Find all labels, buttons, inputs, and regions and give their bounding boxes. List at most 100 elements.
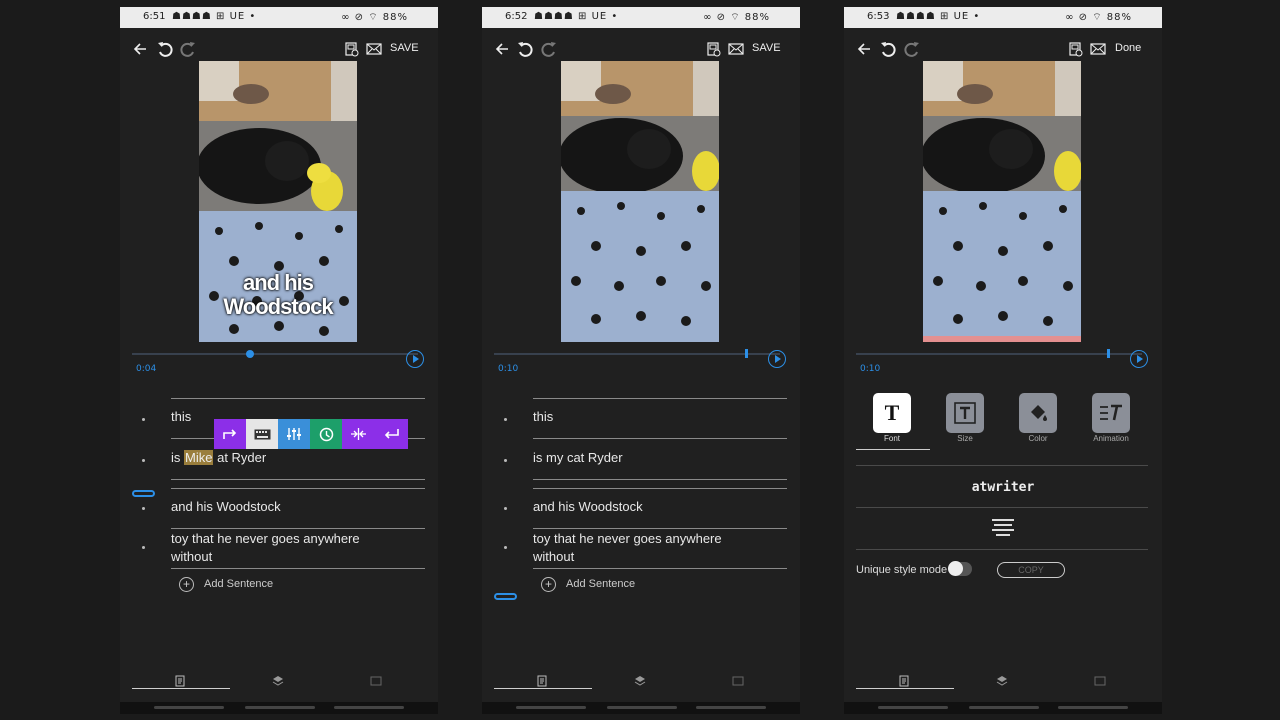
size-tab-label: Size: [957, 434, 973, 443]
bottom-tab-bar: [120, 667, 438, 699]
mail-icon[interactable]: [365, 37, 383, 61]
media-tab-icon[interactable]: [370, 675, 382, 687]
sentence-3[interactable]: and his Woodstock: [171, 498, 281, 515]
sentence-3[interactable]: and his Woodstock: [533, 498, 643, 515]
back-arrow-icon[interactable]: [494, 37, 510, 61]
sentence-1[interactable]: this: [171, 408, 191, 425]
plus-icon: +: [179, 577, 194, 592]
animation-icon: [1100, 404, 1122, 421]
size-tab[interactable]: [946, 393, 984, 433]
divider: [171, 479, 425, 480]
export-icon[interactable]: [704, 37, 722, 61]
divider: [533, 528, 787, 529]
divider: [171, 488, 425, 489]
back-arrow-icon[interactable]: [132, 37, 148, 61]
animation-tab[interactable]: [1092, 393, 1130, 433]
font-tab-label: Font: [883, 434, 900, 443]
sentence-2[interactable]: is Mike at Ryder: [171, 449, 266, 466]
sentence-4-line1[interactable]: toy that he never goes anywhere: [171, 530, 360, 547]
timeline-track[interactable]: [494, 349, 780, 358]
media-tab-icon[interactable]: [732, 675, 744, 687]
redo-icon[interactable]: [901, 37, 921, 61]
timeline-playhead[interactable]: [246, 350, 254, 358]
play-icon[interactable]: [768, 350, 786, 368]
undo-icon[interactable]: [515, 37, 535, 61]
editor-panel-1: 6:51 ☗☗☗☗ ⊞ UE • ∞ ⊘ ⌔ 88% SAVE and his …: [120, 7, 438, 714]
layers-tab-icon[interactable]: [634, 675, 646, 687]
sentence-4-line2[interactable]: without: [533, 548, 574, 565]
divider: [533, 488, 787, 489]
align-center-icon[interactable]: [991, 518, 1015, 538]
top-toolbar: SAVE: [120, 37, 438, 63]
save-button[interactable]: SAVE: [752, 42, 781, 54]
sentence-2-prefix: is: [171, 450, 181, 465]
status-time: 6:53: [867, 11, 890, 22]
export-icon[interactable]: [342, 37, 360, 61]
timeline-playhead[interactable]: [745, 349, 748, 358]
video-caption-line1: and his: [242, 270, 314, 295]
video-caption-line2: Woodstock: [223, 294, 333, 319]
done-button[interactable]: Done: [1115, 42, 1141, 54]
time-readout: 0:10: [498, 364, 519, 374]
unique-style-mode-label: Unique style mode: [856, 564, 948, 576]
redo-icon[interactable]: [177, 37, 197, 61]
status-bar: 6:53 ☗☗☗☗ ⊞ UE • ∞ ⊘ ⌔ 88%: [844, 7, 1162, 28]
divider: [856, 549, 1148, 550]
sliders-icon[interactable]: [278, 419, 310, 449]
mail-icon[interactable]: [727, 37, 745, 61]
system-nav-bar: [482, 702, 800, 714]
split-icon[interactable]: [342, 419, 375, 449]
bullet: [142, 507, 145, 510]
status-bar: 6:52 ☗☗☗☗ ⊞ UE • ∞ ⊘ ⌔ 88%: [482, 7, 800, 28]
active-tab-indicator: [132, 688, 230, 689]
size-icon: [954, 402, 976, 424]
selected-font-name[interactable]: atwriter: [844, 480, 1162, 495]
font-t-icon: T: [884, 400, 900, 425]
video-preview: [561, 61, 719, 342]
clock-icon[interactable]: [310, 419, 342, 449]
media-tab-icon[interactable]: [1094, 675, 1106, 687]
bullet: [504, 546, 507, 549]
divider: [171, 528, 425, 529]
font-tab[interactable]: T: [873, 393, 911, 433]
status-bar: 6:51 ☗☗☗☗ ⊞ UE • ∞ ⊘ ⌔ 88%: [120, 7, 438, 28]
keyboard-icon[interactable]: [246, 419, 278, 449]
status-time: 6:52: [505, 11, 528, 22]
timeline-playhead[interactable]: [1107, 349, 1110, 358]
drag-handle[interactable]: [132, 490, 155, 497]
undo-icon[interactable]: [155, 37, 175, 61]
sentence-4-line2[interactable]: without: [171, 548, 212, 565]
selected-word[interactable]: Mike: [184, 450, 214, 465]
edit-popup-toolbar: [214, 419, 408, 449]
save-button[interactable]: SAVE: [390, 42, 419, 54]
script-tab-icon[interactable]: [174, 675, 186, 687]
timeline-track[interactable]: [856, 349, 1142, 358]
sentence-4-line1[interactable]: toy that he never goes anywhere: [533, 530, 722, 547]
play-icon[interactable]: [406, 350, 424, 368]
unique-style-toggle[interactable]: [948, 561, 972, 576]
bullet: [504, 418, 507, 421]
timeline-track[interactable]: [132, 350, 418, 358]
sentence-2[interactable]: is my cat Ryder: [533, 449, 623, 466]
copy-button[interactable]: COPY: [997, 562, 1065, 578]
redo-icon[interactable]: [538, 37, 558, 61]
enter-icon[interactable]: [375, 419, 408, 449]
status-system-icons: ∞ ⊘ ⌔ 88%: [703, 12, 770, 23]
status-time: 6:51: [143, 11, 166, 22]
layers-tab-icon[interactable]: [996, 675, 1008, 687]
play-icon[interactable]: [1130, 350, 1148, 368]
mail-icon[interactable]: [1089, 37, 1107, 61]
status-notification-icons: ☗☗☗☗ ⊞ UE •: [896, 11, 981, 22]
drag-handle[interactable]: [494, 593, 517, 600]
back-arrow-icon[interactable]: [856, 37, 872, 61]
time-readout: 0:10: [860, 364, 881, 374]
video-preview: [923, 61, 1081, 342]
export-icon[interactable]: [1066, 37, 1084, 61]
undo-icon[interactable]: [878, 37, 898, 61]
redirect-arrow-icon[interactable]: [214, 419, 246, 449]
layers-tab-icon[interactable]: [272, 675, 284, 687]
sentence-1[interactable]: this: [533, 408, 553, 425]
script-tab-icon[interactable]: [898, 675, 910, 687]
color-tab[interactable]: [1019, 393, 1057, 433]
script-tab-icon[interactable]: [536, 675, 548, 687]
